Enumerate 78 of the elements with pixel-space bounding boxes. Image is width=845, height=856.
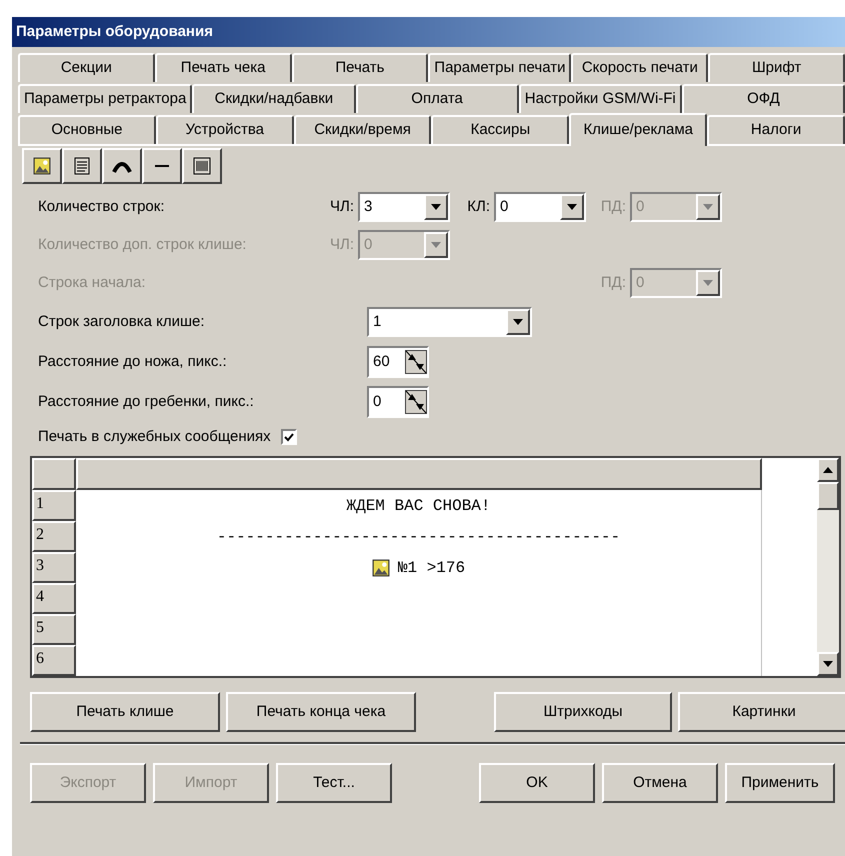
dropdown-arrow-button[interactable]	[506, 309, 530, 335]
tab[interactable]: Клише/реклама	[569, 113, 708, 146]
dialog-button[interactable]: Печать клише	[30, 692, 220, 732]
select-field[interactable]: 0	[494, 192, 586, 222]
caret-icon	[703, 204, 713, 210]
down-arrow-icon	[823, 661, 833, 667]
spin-field[interactable]: 60	[367, 346, 429, 378]
row-number: 4	[32, 583, 76, 614]
tab[interactable]: Устройства	[156, 115, 294, 144]
dialog-button[interactable]: Штрихкоды	[494, 692, 672, 732]
tab[interactable]: Скорость печати	[571, 53, 708, 82]
spin-field[interactable]: 0	[367, 386, 429, 418]
tab[interactable]: Скидки/время	[294, 115, 432, 144]
window-title: Параметры оборудования	[16, 22, 213, 42]
receipt-line: ------------------------------------------	[216, 526, 620, 548]
tab[interactable]: Оплата	[356, 84, 519, 113]
tab[interactable]: Налоги	[707, 115, 845, 144]
checkbox[interactable]	[280, 429, 297, 445]
dropdown-arrow-button[interactable]	[560, 194, 584, 220]
row-number: 5	[32, 614, 76, 645]
tab[interactable]: Печать	[292, 53, 428, 82]
font-tool-button[interactable]	[102, 148, 142, 184]
select-prefix: КЛ:	[467, 196, 490, 217]
text-tool-button[interactable]	[62, 148, 102, 184]
select-prefix: ЧЛ:	[330, 234, 354, 255]
scrollbar[interactable]	[817, 458, 839, 676]
row-number: 2	[32, 521, 76, 552]
setting-label: Печать в служебных сообщениях	[38, 426, 271, 447]
caret-icon	[567, 204, 577, 210]
horizontal-line-icon	[155, 165, 169, 167]
barcode-icon	[192, 156, 212, 176]
tab[interactable]: Основные	[18, 115, 156, 144]
tab[interactable]: Параметры печати	[428, 53, 572, 82]
dialog-button[interactable]: Тест...	[276, 763, 392, 803]
picture-icon	[372, 558, 390, 576]
tab[interactable]: Печать чека	[154, 53, 292, 82]
caret-icon	[513, 319, 523, 325]
dialog-button[interactable]: Отмена	[602, 763, 718, 803]
barcode-tool-button[interactable]	[182, 148, 222, 184]
setting-label: Строка начала:	[38, 274, 146, 291]
dropdown-arrow-button[interactable]	[424, 194, 448, 220]
scroll-down-button[interactable]	[817, 652, 839, 676]
dialog-button[interactable]: Картинки	[678, 692, 845, 732]
checkmark-icon	[284, 432, 294, 442]
setting-label: Строк заголовка клише:	[38, 312, 205, 330]
setting-label: Расстояние до гребенки, пикс.:	[38, 392, 254, 410]
line-tool-button[interactable]	[142, 148, 182, 184]
picture-icon	[33, 157, 51, 175]
scroll-thumb[interactable]	[817, 482, 839, 510]
text-lines-icon	[72, 156, 92, 176]
dialog-button[interactable]: OK	[479, 763, 595, 803]
tab[interactable]: Секции	[18, 53, 155, 82]
tab[interactable]: Шрифт	[708, 53, 845, 82]
setting-label: Количество доп. строк клише:	[38, 236, 246, 253]
select-prefix: ПД:	[600, 196, 626, 217]
dialog-button[interactable]: Применить	[725, 763, 835, 803]
up-arrow-icon	[823, 467, 833, 473]
dialog-button[interactable]: Печать конца чека	[226, 692, 416, 732]
row-number: 3	[32, 552, 76, 583]
spin-arrows-icon[interactable]	[405, 350, 427, 374]
picture-tool-button[interactable]	[22, 148, 62, 184]
select-field[interactable]: 1	[367, 307, 532, 337]
receipt-line: №1 >176	[398, 558, 466, 578]
select-prefix: ПД:	[600, 272, 626, 293]
setting-label: Расстояние до ножа, пикс.:	[38, 352, 227, 370]
select-field[interactable]: 3	[358, 192, 450, 222]
scroll-up-button[interactable]	[817, 458, 839, 482]
spin-arrows-icon[interactable]	[405, 390, 427, 414]
receipt-line: ЖДЕМ ВАС СНОВА!	[346, 496, 491, 516]
tab[interactable]: Скидки/надбавки	[192, 84, 356, 113]
select-prefix: ЧЛ:	[330, 196, 354, 217]
caret-icon	[703, 280, 713, 286]
row-number: 1	[32, 490, 76, 521]
row-number: 6	[32, 645, 76, 676]
tab[interactable]: Параметры ретрактора	[18, 84, 192, 113]
caret-icon	[431, 204, 441, 210]
setting-label: Количество строк:	[38, 198, 165, 215]
caret-icon	[431, 242, 441, 248]
